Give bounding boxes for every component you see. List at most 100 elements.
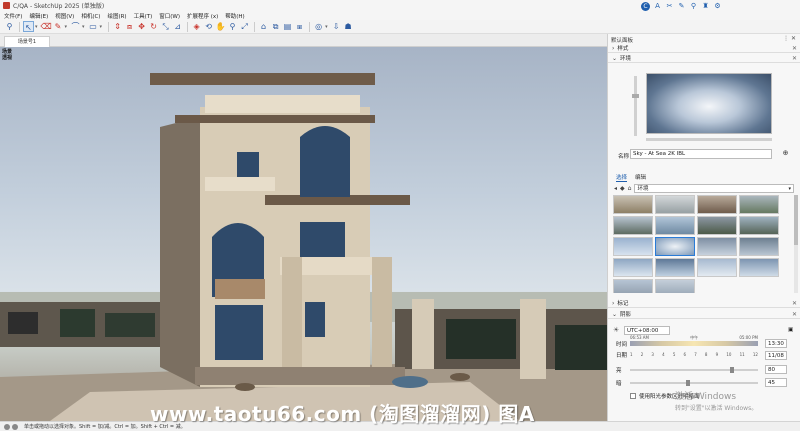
- arc-tool-icon[interactable]: ⌒: [70, 21, 81, 32]
- tab-edit[interactable]: 编辑: [635, 173, 646, 182]
- text-icon[interactable]: A: [653, 2, 662, 11]
- model-viewport[interactable]: 场景 透视: [0, 47, 607, 421]
- eraser-tool-icon[interactable]: ⌫: [41, 21, 52, 32]
- env-thumbnail[interactable]: [697, 195, 737, 214]
- menu-window[interactable]: 窗口(W): [159, 12, 180, 20]
- close-icon[interactable]: ✕: [792, 45, 797, 52]
- env-thumbnail-selected[interactable]: [655, 237, 695, 256]
- env-thumbnail[interactable]: [613, 216, 653, 235]
- dark-slider[interactable]: [630, 380, 758, 386]
- menu-view[interactable]: 视图(V): [55, 12, 74, 20]
- env-thumbnail[interactable]: [613, 195, 653, 214]
- env-thumbnail[interactable]: [697, 258, 737, 277]
- section-styles[interactable]: › 样式 ✕: [608, 44, 800, 53]
- gear-icon[interactable]: ⚙: [713, 2, 722, 11]
- env-thumbnail[interactable]: [739, 237, 779, 256]
- menu-draw[interactable]: 绘图(R): [107, 12, 126, 20]
- light-slider[interactable]: [630, 367, 758, 373]
- env-vertical-slider[interactable]: [632, 76, 639, 136]
- env-thumbnail[interactable]: [655, 195, 695, 214]
- user-icon[interactable]: ☗: [343, 21, 354, 32]
- dark-field[interactable]: 45: [765, 378, 787, 387]
- month-ticks[interactable]: 1 2 3 4 5 6 7 8 9 10 11 12: [630, 352, 758, 357]
- time-field[interactable]: 13:30: [765, 339, 787, 348]
- account-icon[interactable]: C: [641, 2, 650, 11]
- menu-extensions[interactable]: 扩展程序 (x): [187, 12, 218, 20]
- link-icon[interactable]: ⚲: [689, 2, 698, 11]
- forward-icon[interactable]: ◆: [620, 185, 625, 192]
- menu-camera[interactable]: 相机(C): [81, 12, 100, 20]
- select-tool-icon[interactable]: ↖: [23, 21, 34, 32]
- offset-icon[interactable]: ⧈: [124, 21, 135, 32]
- env-thumbnail[interactable]: [655, 279, 695, 293]
- warehouse-icon[interactable]: ⌂: [258, 21, 269, 32]
- env-thumbnail[interactable]: [655, 258, 695, 277]
- env-thumbnail[interactable]: [613, 279, 653, 293]
- tape-measure-icon[interactable]: ⊿: [172, 21, 183, 32]
- env-thumbnail[interactable]: [655, 216, 695, 235]
- tab-select[interactable]: 选择: [616, 173, 628, 182]
- chevron-down-icon[interactable]: ▾: [65, 24, 68, 30]
- utc-select[interactable]: UTC+08:00: [624, 326, 670, 335]
- zoom-icon[interactable]: ⚲: [227, 21, 238, 32]
- layout-icon[interactable]: ▤: [282, 21, 293, 32]
- section-environment[interactable]: ⌄ 环境 ✕: [608, 54, 800, 63]
- chevron-down-icon[interactable]: ▾: [325, 24, 328, 30]
- chevron-down-icon[interactable]: ▾: [82, 24, 85, 30]
- info-icon[interactable]: [4, 423, 10, 430]
- pan-icon[interactable]: ✋: [215, 21, 226, 32]
- extension-manager-icon[interactable]: ⧆: [294, 21, 305, 32]
- chevron-down-icon[interactable]: ▾: [35, 24, 38, 30]
- env-horizontal-slider[interactable]: [646, 138, 772, 141]
- back-icon[interactable]: ◂: [614, 185, 617, 192]
- scrollbar-knob[interactable]: [794, 195, 798, 245]
- home-icon[interactable]: ⌂: [628, 185, 632, 192]
- env-thumbnail[interactable]: [739, 258, 779, 277]
- shadow-display-icon[interactable]: ▣: [786, 326, 795, 335]
- extension-icon[interactable]: ♜: [701, 2, 710, 11]
- dark-slider-knob[interactable]: [686, 380, 690, 386]
- env-thumbnail[interactable]: [697, 216, 737, 235]
- rotate-icon[interactable]: ↻: [148, 21, 159, 32]
- menu-tools[interactable]: 工具(T): [134, 12, 153, 20]
- env-thumbnail[interactable]: [613, 258, 653, 277]
- zoom-extents-icon[interactable]: ⤢: [239, 21, 250, 32]
- light-slider-knob[interactable]: [730, 367, 734, 373]
- menu-file[interactable]: 文件(F): [4, 12, 22, 20]
- shape-tool-icon[interactable]: ▭: [88, 21, 99, 32]
- add-environment-icon[interactable]: ⊕: [781, 149, 790, 158]
- env-thumbnail[interactable]: [739, 195, 779, 214]
- light-field[interactable]: 80: [765, 365, 787, 374]
- chevron-down-icon[interactable]: ▾: [100, 24, 103, 30]
- sun-toggle-icon[interactable]: ☀: [613, 326, 622, 335]
- search-icon[interactable]: ⚲: [4, 21, 15, 32]
- tab-scene-1[interactable]: 场景号1: [4, 36, 50, 47]
- date-field[interactable]: 11/08: [765, 351, 787, 360]
- time-slider[interactable]: [630, 341, 758, 346]
- cut-icon[interactable]: ✂: [665, 2, 674, 11]
- move-icon[interactable]: ✥: [136, 21, 147, 32]
- pencil-icon[interactable]: ✎: [677, 2, 686, 11]
- geo-icon[interactable]: [12, 423, 18, 430]
- extension-warehouse-icon[interactable]: ⧉: [270, 21, 281, 32]
- scale-icon[interactable]: ⤡: [160, 21, 171, 32]
- menu-edit[interactable]: 编辑(E): [29, 12, 48, 20]
- section-tags[interactable]: › 标记 ✕: [608, 299, 800, 308]
- env-thumbnail[interactable]: [697, 237, 737, 256]
- thumbnail-scrollbar[interactable]: [794, 195, 798, 293]
- push-pull-icon[interactable]: ⇕: [112, 21, 123, 32]
- tray-controls-icon[interactable]: ⋮ ✕: [783, 35, 796, 42]
- menu-help[interactable]: 帮助(H): [225, 12, 244, 20]
- download-icon[interactable]: ⇩: [331, 21, 342, 32]
- close-icon[interactable]: ✕: [792, 300, 797, 307]
- env-thumbnail[interactable]: [739, 216, 779, 235]
- library-select[interactable]: 环境 ▾: [634, 183, 794, 193]
- close-icon[interactable]: ✕: [792, 55, 797, 62]
- paint-bucket-icon[interactable]: ◈: [191, 21, 202, 32]
- sun-shading-checkbox[interactable]: [630, 393, 636, 399]
- env-name-field[interactable]: Sky - At Sea 2K IBL: [630, 149, 772, 159]
- pencil-tool-icon[interactable]: ✎: [53, 21, 64, 32]
- orbit-icon[interactable]: ⟲: [203, 21, 214, 32]
- account-circle-icon[interactable]: ◎: [313, 21, 324, 32]
- env-thumbnail[interactable]: [613, 237, 653, 256]
